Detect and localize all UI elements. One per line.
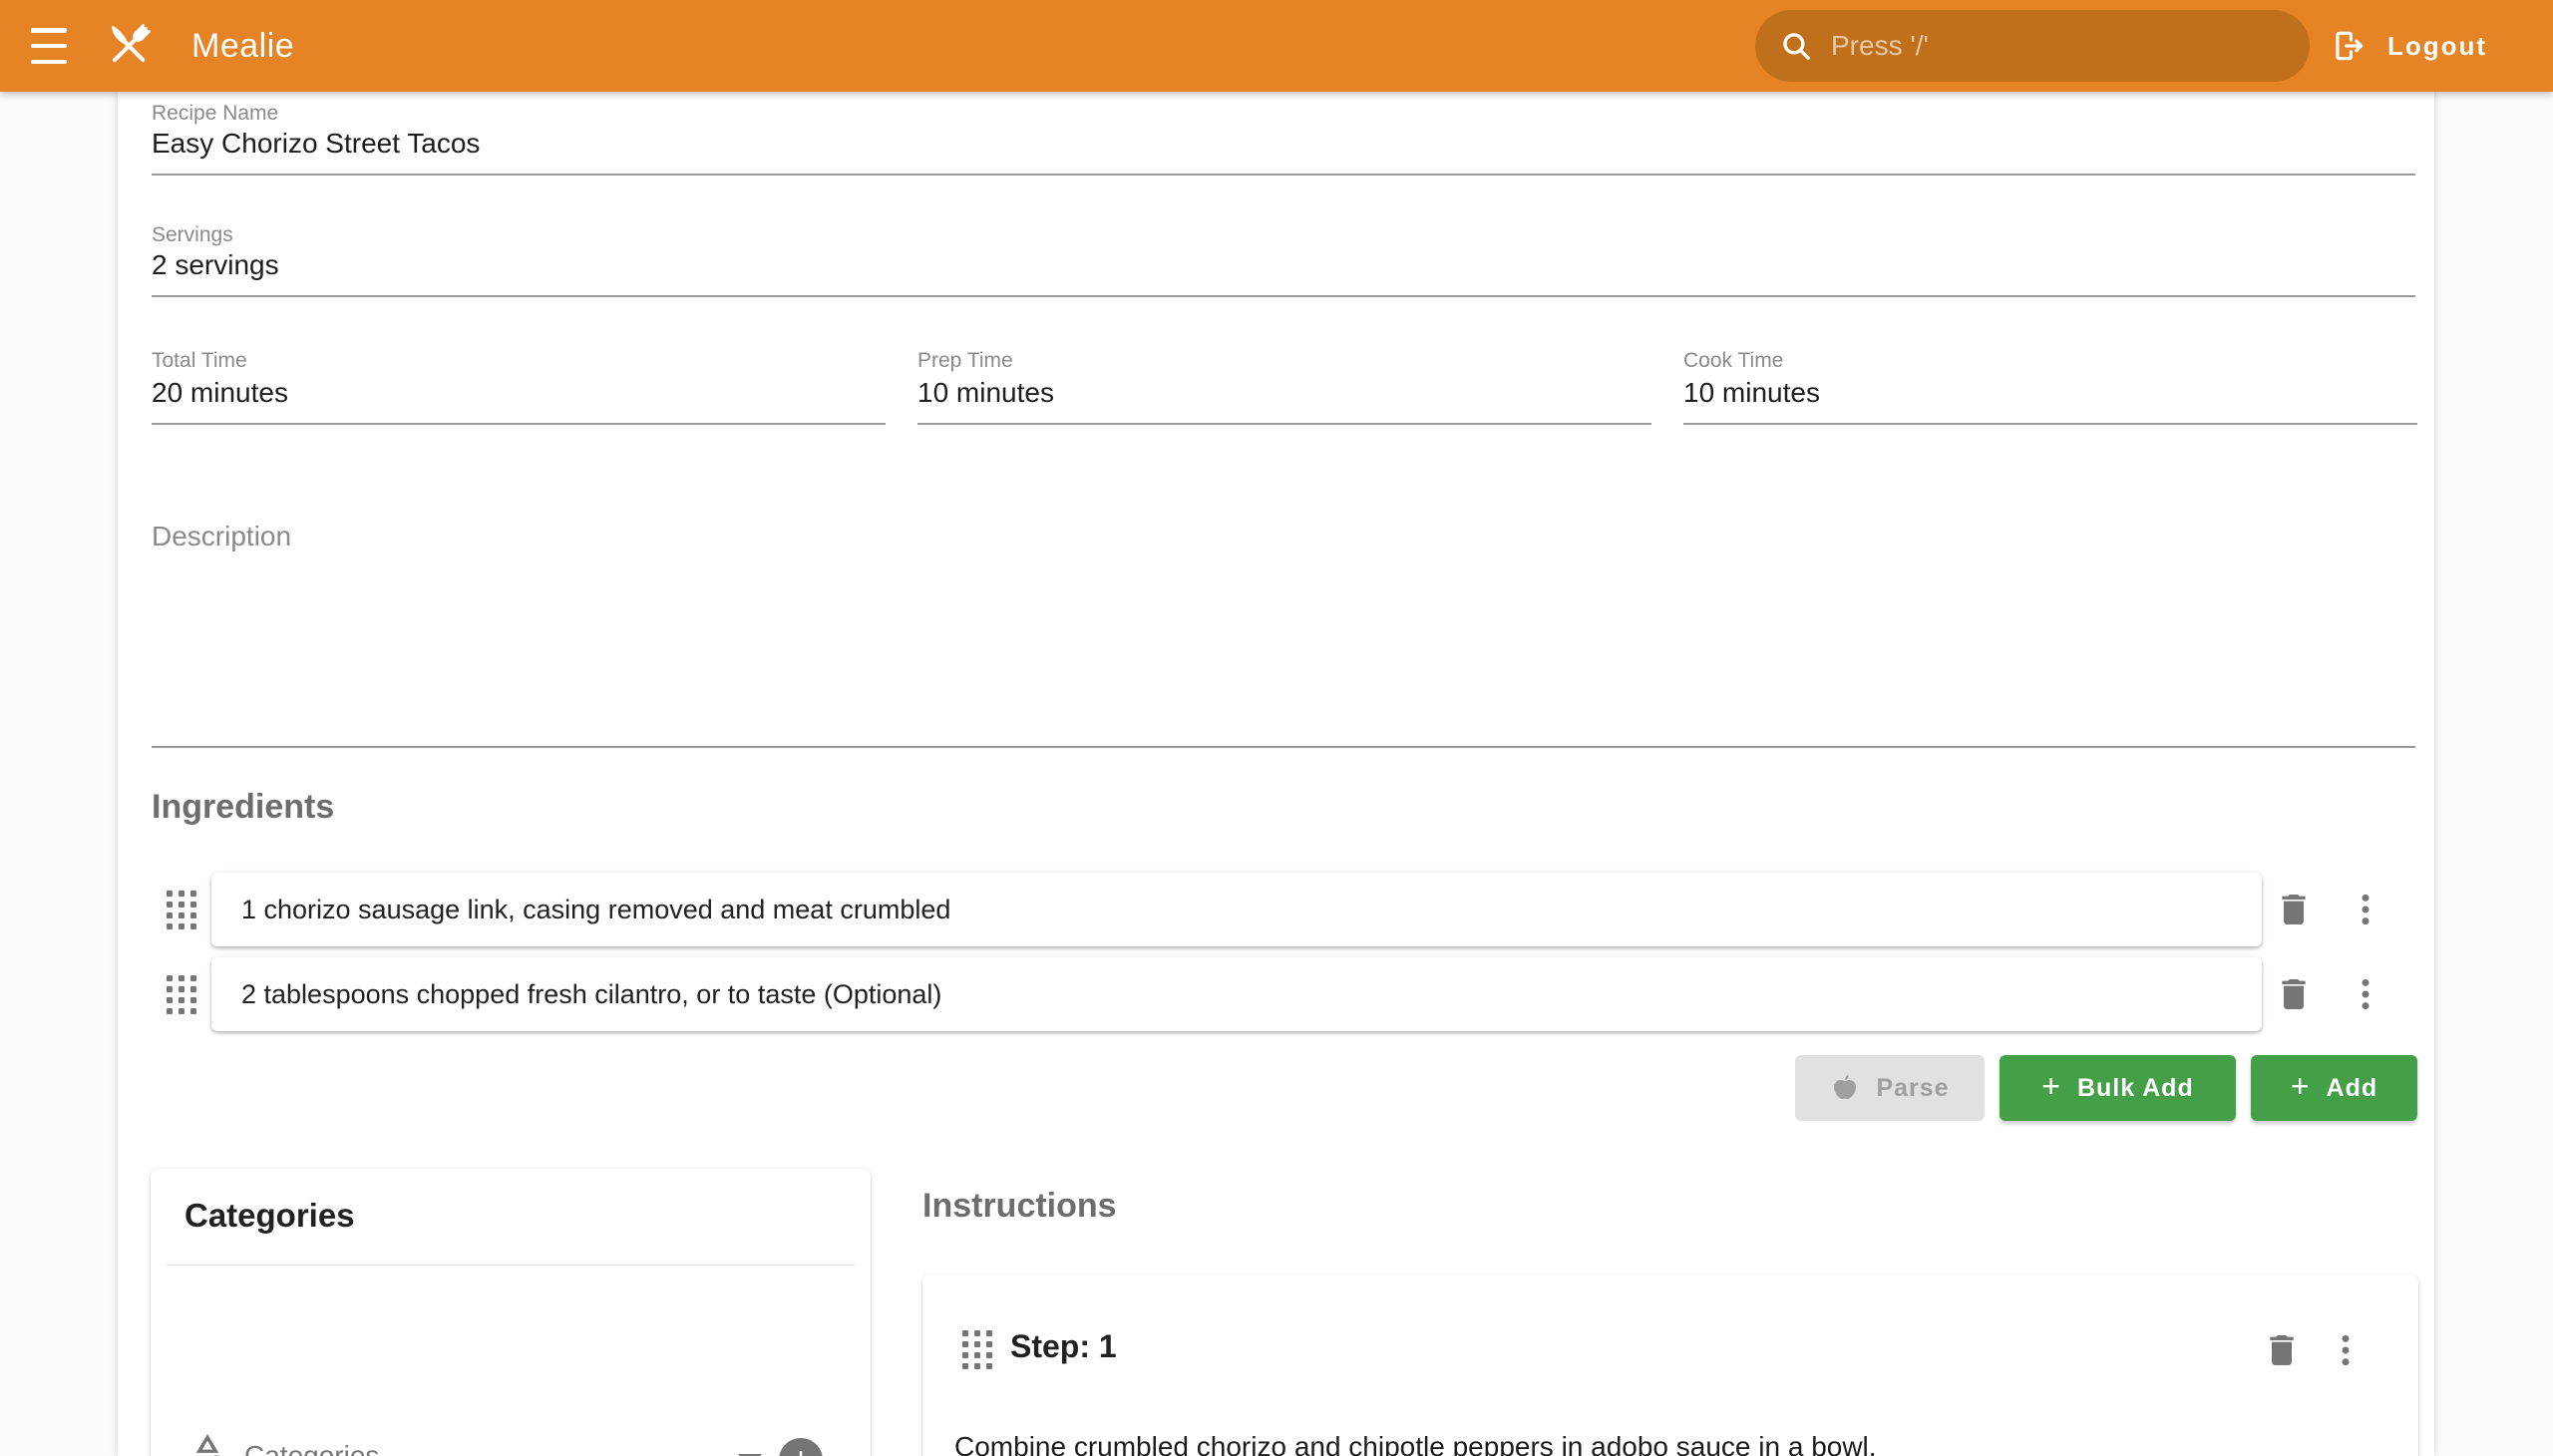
search-box[interactable] <box>1755 10 2310 82</box>
ingredient-menu-button[interactable] <box>2344 970 2387 1018</box>
plus-icon: + <box>791 1443 811 1456</box>
delete-step-button[interactable] <box>2260 1326 2304 1374</box>
divider <box>167 1265 855 1266</box>
kebab-menu-icon <box>2346 974 2385 1014</box>
kebab-menu-icon <box>2326 1330 2366 1370</box>
instructions-heading: Instructions <box>922 1187 1117 1226</box>
trash-icon <box>2274 890 2314 929</box>
plus-icon: + <box>2041 1070 2061 1102</box>
instruction-step-card: Step: 1 Combine crumbled chorizo and chi… <box>922 1274 2418 1456</box>
categories-select[interactable]: Categories <box>244 1440 379 1456</box>
bulk-add-button[interactable]: + Bulk Add <box>2000 1055 2236 1121</box>
trash-icon <box>2274 974 2314 1014</box>
add-ingredient-button[interactable]: + Add <box>2251 1055 2417 1121</box>
step-title: Step: 1 <box>1010 1328 1117 1365</box>
total-time-label: Total Time <box>152 349 247 373</box>
add-category-button[interactable]: + <box>779 1438 823 1456</box>
kebab-menu-icon <box>2346 890 2385 929</box>
app-header: Mealie Logout <box>0 0 2553 92</box>
trash-icon <box>2262 1330 2302 1370</box>
add-label: Add <box>2327 1074 2378 1103</box>
drag-handle[interactable] <box>165 887 198 932</box>
description-label: Description <box>152 521 291 552</box>
parse-button[interactable]: Parse <box>1795 1055 1985 1121</box>
drag-handle[interactable] <box>165 971 198 1017</box>
recipe-editor-card: Recipe Name Servings Total Time Prep Tim… <box>118 92 2434 1456</box>
ingredients-heading: Ingredients <box>152 788 334 827</box>
shapes-icon <box>184 1432 230 1456</box>
servings-input[interactable] <box>152 249 2415 297</box>
step-menu-button[interactable] <box>2324 1326 2368 1374</box>
mealie-logo-icon <box>96 13 162 79</box>
step-text[interactable]: Combine crumbled chorizo and chipotle pe… <box>954 1426 2371 1456</box>
recipe-name-input[interactable] <box>152 128 2415 176</box>
apple-icon <box>1830 1073 1860 1103</box>
plus-icon: + <box>2291 1070 2311 1102</box>
search-input[interactable] <box>1831 30 2286 62</box>
description-textarea[interactable] <box>152 515 2415 748</box>
ingredient-menu-button[interactable] <box>2344 886 2387 933</box>
categories-card: Categories Categories + <box>151 1169 871 1456</box>
delete-ingredient-button[interactable] <box>2272 970 2316 1018</box>
prep-time-input[interactable] <box>917 377 1651 425</box>
prep-time-label: Prep Time <box>917 349 1013 373</box>
servings-label: Servings <box>152 223 233 247</box>
parse-label: Parse <box>1876 1074 1949 1103</box>
logout-icon <box>2330 27 2368 65</box>
total-time-input[interactable] <box>152 377 886 425</box>
ingredient-input[interactable] <box>211 873 2262 946</box>
ingredient-row <box>211 957 2262 1031</box>
drag-handle[interactable] <box>960 1326 994 1372</box>
logout-label: Logout <box>2387 31 2487 62</box>
recipe-name-label: Recipe Name <box>152 102 278 126</box>
ingredient-input[interactable] <box>211 957 2262 1031</box>
cook-time-label: Cook Time <box>1683 349 1783 373</box>
cook-time-input[interactable] <box>1683 377 2417 425</box>
app-title: Mealie <box>191 27 294 66</box>
menu-icon[interactable] <box>31 28 69 64</box>
delete-ingredient-button[interactable] <box>2272 886 2316 933</box>
categories-title: Categories <box>184 1197 355 1235</box>
logout-button[interactable]: Logout <box>2322 18 2495 74</box>
search-icon <box>1779 29 1813 63</box>
bulk-add-label: Bulk Add <box>2077 1074 2194 1103</box>
ingredient-row <box>211 873 2262 946</box>
